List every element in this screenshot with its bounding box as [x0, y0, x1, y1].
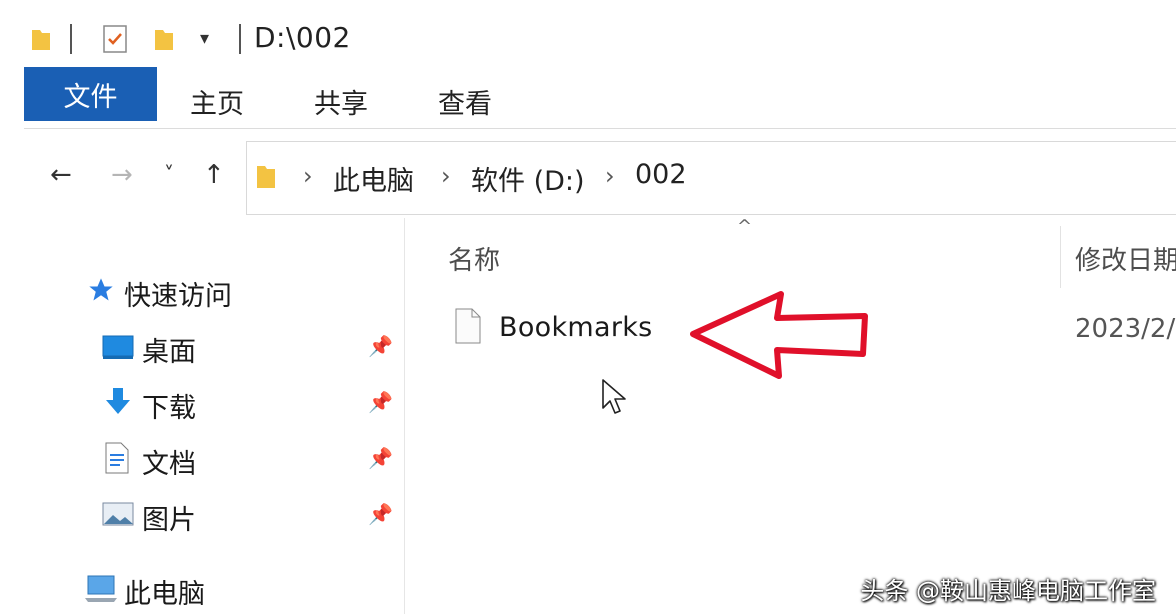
folder-icon: [257, 166, 275, 188]
navigation-pane: 快速访问 桌面 📌 下载 📌 文档 📌 图片 📌 此电脑: [0, 218, 404, 614]
breadcrumb-folder-002[interactable]: 002: [635, 159, 687, 190]
tab-home[interactable]: 主页: [190, 82, 244, 121]
back-button[interactable]: ←: [50, 160, 72, 190]
breadcrumb-separator[interactable]: ›: [441, 162, 451, 190]
column-divider[interactable]: [1060, 226, 1061, 288]
sidebar-item-label: 桌面: [142, 337, 196, 368]
tab-view[interactable]: 查看: [438, 82, 492, 121]
sort-ascending-icon: ^: [737, 216, 753, 237]
sidebar-item-pictures[interactable]: 图片 📌: [0, 496, 404, 536]
column-header-modified[interactable]: 修改日期: [1075, 240, 1176, 277]
sidebar-item-downloads[interactable]: 下载 📌: [0, 384, 404, 424]
window-title-path: D:\002: [254, 21, 351, 54]
quick-access-toolbar: ▾ D:\002: [0, 18, 400, 62]
column-header-name[interactable]: 名称: [448, 240, 500, 277]
breadcrumb-drive-d[interactable]: 软件 (D:): [471, 159, 585, 198]
desktop-icon: [102, 335, 134, 359]
sidebar-item-label: 此电脑: [124, 579, 205, 610]
customize-toolbar-dropdown-icon[interactable]: ▾: [200, 28, 209, 49]
forward-button[interactable]: →: [111, 160, 133, 190]
tab-file[interactable]: 文件: [24, 67, 157, 121]
address-bar[interactable]: › 此电脑 › 软件 (D:) › 002: [246, 141, 1176, 215]
sidebar-item-this-pc[interactable]: 此电脑: [0, 570, 404, 610]
pin-icon[interactable]: 📌: [368, 390, 393, 414]
toolbar-separator: [239, 24, 241, 54]
file-name: Bookmarks: [499, 312, 653, 343]
mouse-cursor-icon: [602, 379, 626, 414]
download-icon: [106, 388, 130, 414]
up-button[interactable]: ↑: [203, 160, 225, 190]
pin-icon[interactable]: 📌: [368, 502, 393, 526]
document-icon: [105, 442, 129, 474]
sidebar-item-documents[interactable]: 文档 📌: [0, 440, 404, 480]
properties-icon[interactable]: [102, 24, 128, 54]
sidebar-item-label: 图片: [142, 505, 196, 536]
toolbar-separator: [70, 24, 72, 54]
sidebar-item-desktop[interactable]: 桌面 📌: [0, 328, 404, 368]
pin-icon[interactable]: 📌: [368, 446, 393, 470]
breadcrumb-this-pc[interactable]: 此电脑: [333, 159, 414, 198]
folder-icon[interactable]: [30, 26, 52, 52]
pane-divider[interactable]: [404, 218, 405, 614]
star-icon: [89, 278, 113, 301]
file-icon: [455, 308, 481, 344]
recent-locations-button[interactable]: ˅: [164, 162, 174, 186]
pictures-icon: [102, 502, 134, 526]
watermark-text: 头条 @鞍山惠峰电脑工作室: [860, 577, 1156, 605]
breadcrumb-separator[interactable]: ›: [303, 162, 313, 190]
computer-icon: [85, 575, 117, 602]
annotation-arrow: [690, 291, 868, 379]
sidebar-item-label: 文档: [142, 449, 196, 480]
sidebar-quick-access[interactable]: 快速访问: [124, 274, 232, 313]
ribbon-divider: [24, 128, 1176, 129]
pin-icon[interactable]: 📌: [368, 334, 393, 358]
new-folder-icon[interactable]: [153, 26, 175, 52]
sidebar-item-label: 下载: [142, 393, 196, 424]
tab-share[interactable]: 共享: [314, 82, 368, 121]
file-modified-date: 2023/2/: [1075, 314, 1176, 344]
breadcrumb-separator[interactable]: ›: [605, 162, 615, 190]
